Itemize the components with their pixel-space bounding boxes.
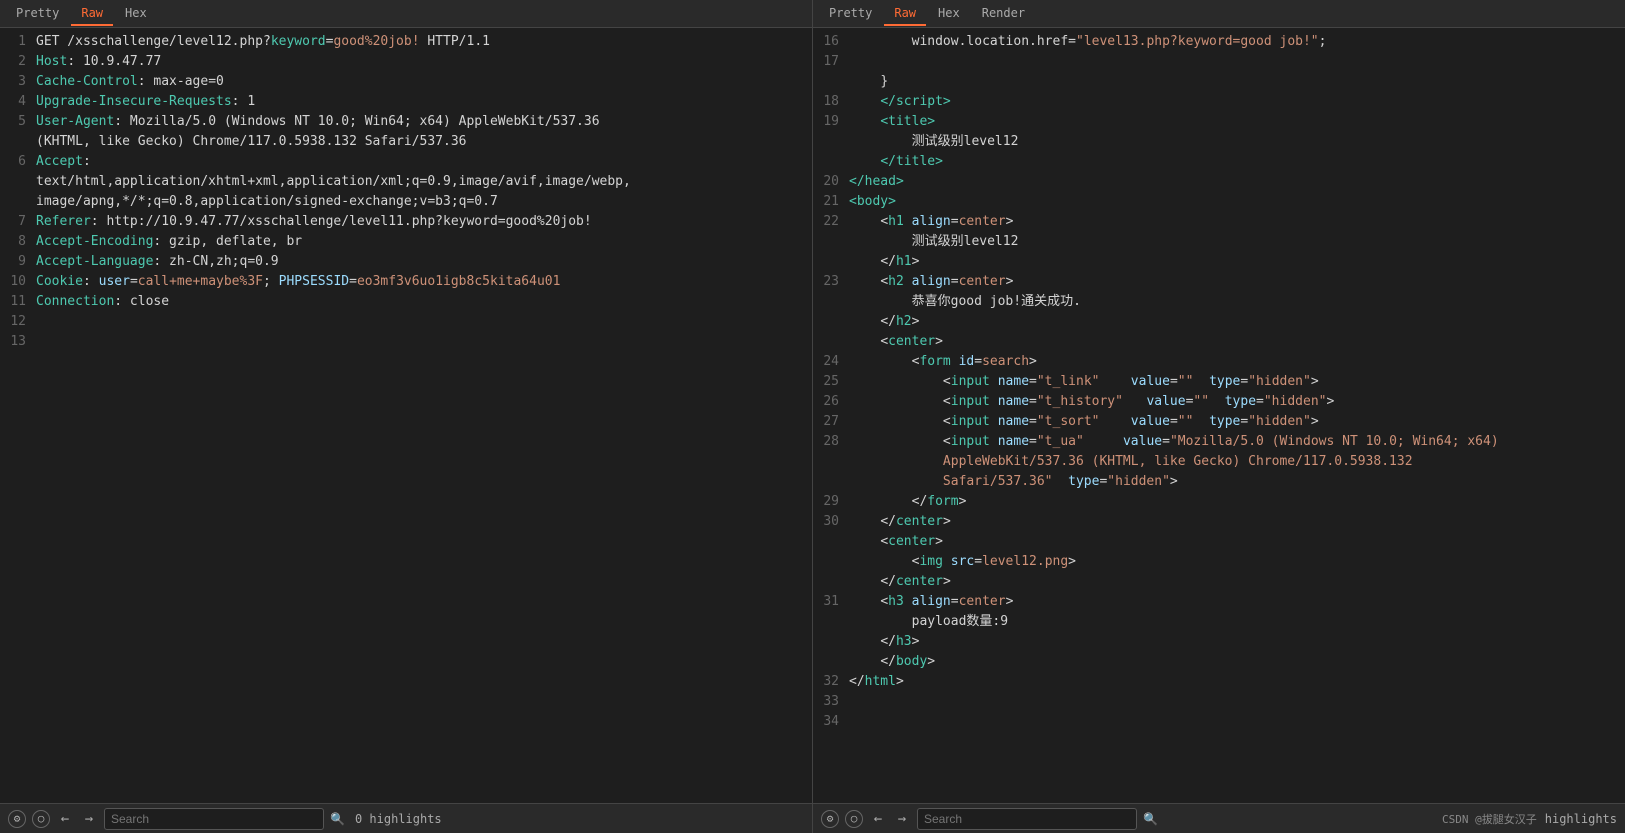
table-row: 18 </script>: [813, 92, 1625, 112]
watermark-text: CSDN @拔腿女汉子: [1442, 811, 1537, 827]
table-row: }: [813, 72, 1625, 92]
table-row: 27 <input name="t_sort" value="" type="h…: [813, 412, 1625, 432]
table-row: payload数量:9: [813, 612, 1625, 632]
table-row: 2 Host: 10.9.47.77: [0, 52, 812, 72]
left-search-icon[interactable]: 🔍: [330, 812, 345, 826]
left-status-controls: ⚙ ○ ← → 🔍 0 highlights: [8, 808, 804, 830]
table-row: Safari/537.36" type="hidden">: [813, 472, 1625, 492]
right-pane: Pretty Raw Hex Render 16 window.location…: [813, 0, 1625, 833]
right-tab-render[interactable]: Render: [972, 2, 1035, 26]
table-row: 11 Connection: close: [0, 292, 812, 312]
table-row: </title>: [813, 152, 1625, 172]
table-row: 6 Accept: text/html,application/xhtml+xm…: [0, 152, 812, 212]
right-highlights-label: highlights: [1545, 812, 1617, 826]
left-tab-hex[interactable]: Hex: [115, 2, 157, 26]
table-row: 13: [0, 332, 812, 352]
right-status-bar: ⚙ ○ ← → 🔍 CSDN @拔腿女汉子 highlights: [813, 803, 1625, 833]
table-row: <center>: [813, 332, 1625, 352]
table-row: 29 </form>: [813, 492, 1625, 512]
table-row: 1 GET /xsschallenge/level12.php?keyword=…: [0, 32, 812, 52]
table-row: 30 </center>: [813, 512, 1625, 532]
left-status-bar: ⚙ ○ ← → 🔍 0 highlights: [0, 803, 812, 833]
table-row: 16 window.location.href="level13.php?key…: [813, 32, 1625, 52]
left-search-input[interactable]: [104, 808, 324, 830]
table-row: 25 <input name="t_link" value="" type="h…: [813, 372, 1625, 392]
right-search-icon[interactable]: 🔍: [1143, 812, 1158, 826]
table-row: 23 <h2 align=center>: [813, 272, 1625, 292]
table-row: 17: [813, 52, 1625, 72]
table-row: 恭喜你good job!通关成功.: [813, 292, 1625, 312]
settings-icon[interactable]: ⚙: [8, 810, 26, 828]
table-row: 7 Referer: http://10.9.47.77/xsschalleng…: [0, 212, 812, 232]
table-row: 24 <form id=search>: [813, 352, 1625, 372]
right-tab-hex[interactable]: Hex: [928, 2, 970, 26]
table-row: 测试级别level12: [813, 132, 1625, 152]
right-code-area: 16 window.location.href="level13.php?key…: [813, 28, 1625, 803]
back-arrow[interactable]: ←: [56, 810, 74, 828]
table-row: 22 <h1 align=center>: [813, 212, 1625, 232]
table-row: 9 Accept-Language: zh-CN,zh;q=0.9: [0, 252, 812, 272]
right-forward-arrow[interactable]: →: [893, 810, 911, 828]
right-back-arrow[interactable]: ←: [869, 810, 887, 828]
table-row: 31 <h3 align=center>: [813, 592, 1625, 612]
table-row: 32 </html>: [813, 672, 1625, 692]
table-row: 34: [813, 712, 1625, 732]
table-row: 测试级别level12: [813, 232, 1625, 252]
main-container: Pretty Raw Hex 1 GET /xsschallenge/level…: [0, 0, 1625, 833]
right-tab-raw[interactable]: Raw: [884, 2, 926, 26]
table-row: </h1>: [813, 252, 1625, 272]
left-pane: Pretty Raw Hex 1 GET /xsschallenge/level…: [0, 0, 813, 833]
left-tab-bar: Pretty Raw Hex: [0, 0, 812, 28]
table-row: 26 <input name="t_history" value="" type…: [813, 392, 1625, 412]
left-status-circle[interactable]: ○: [32, 810, 50, 828]
left-tab-pretty[interactable]: Pretty: [6, 2, 69, 26]
table-row: 5 User-Agent: Mozilla/5.0 (Windows NT 10…: [0, 112, 812, 152]
table-row: </h3>: [813, 632, 1625, 652]
table-row: <img src=level12.png>: [813, 552, 1625, 572]
table-row: 21 <body>: [813, 192, 1625, 212]
table-row: 33: [813, 692, 1625, 712]
table-row: AppleWebKit/537.36 (KHTML, like Gecko) C…: [813, 452, 1625, 472]
table-row: </body>: [813, 652, 1625, 672]
table-row: </center>: [813, 572, 1625, 592]
table-row: 8 Accept-Encoding: gzip, deflate, br: [0, 232, 812, 252]
table-row: 20 </head>: [813, 172, 1625, 192]
right-tab-bar: Pretty Raw Hex Render: [813, 0, 1625, 28]
table-row: 19 <title>: [813, 112, 1625, 132]
right-search-input[interactable]: [917, 808, 1137, 830]
table-row: </h2>: [813, 312, 1625, 332]
left-highlights-count: 0 highlights: [355, 812, 442, 826]
right-tab-pretty[interactable]: Pretty: [819, 2, 882, 26]
left-tab-raw[interactable]: Raw: [71, 2, 113, 26]
table-row: 4 Upgrade-Insecure-Requests: 1: [0, 92, 812, 112]
forward-arrow[interactable]: →: [80, 810, 98, 828]
table-row: 3 Cache-Control: max-age=0: [0, 72, 812, 92]
left-code-area: 1 GET /xsschallenge/level12.php?keyword=…: [0, 28, 812, 803]
right-status-circle[interactable]: ○: [845, 810, 863, 828]
table-row: 10 Cookie: user=call+me+maybe%3F; PHPSES…: [0, 272, 812, 292]
right-status-controls: ⚙ ○ ← → 🔍: [821, 808, 1434, 830]
table-row: <center>: [813, 532, 1625, 552]
table-row: 28 <input name="t_ua" value="Mozilla/5.0…: [813, 432, 1625, 452]
right-settings-icon[interactable]: ⚙: [821, 810, 839, 828]
table-row: 12: [0, 312, 812, 332]
